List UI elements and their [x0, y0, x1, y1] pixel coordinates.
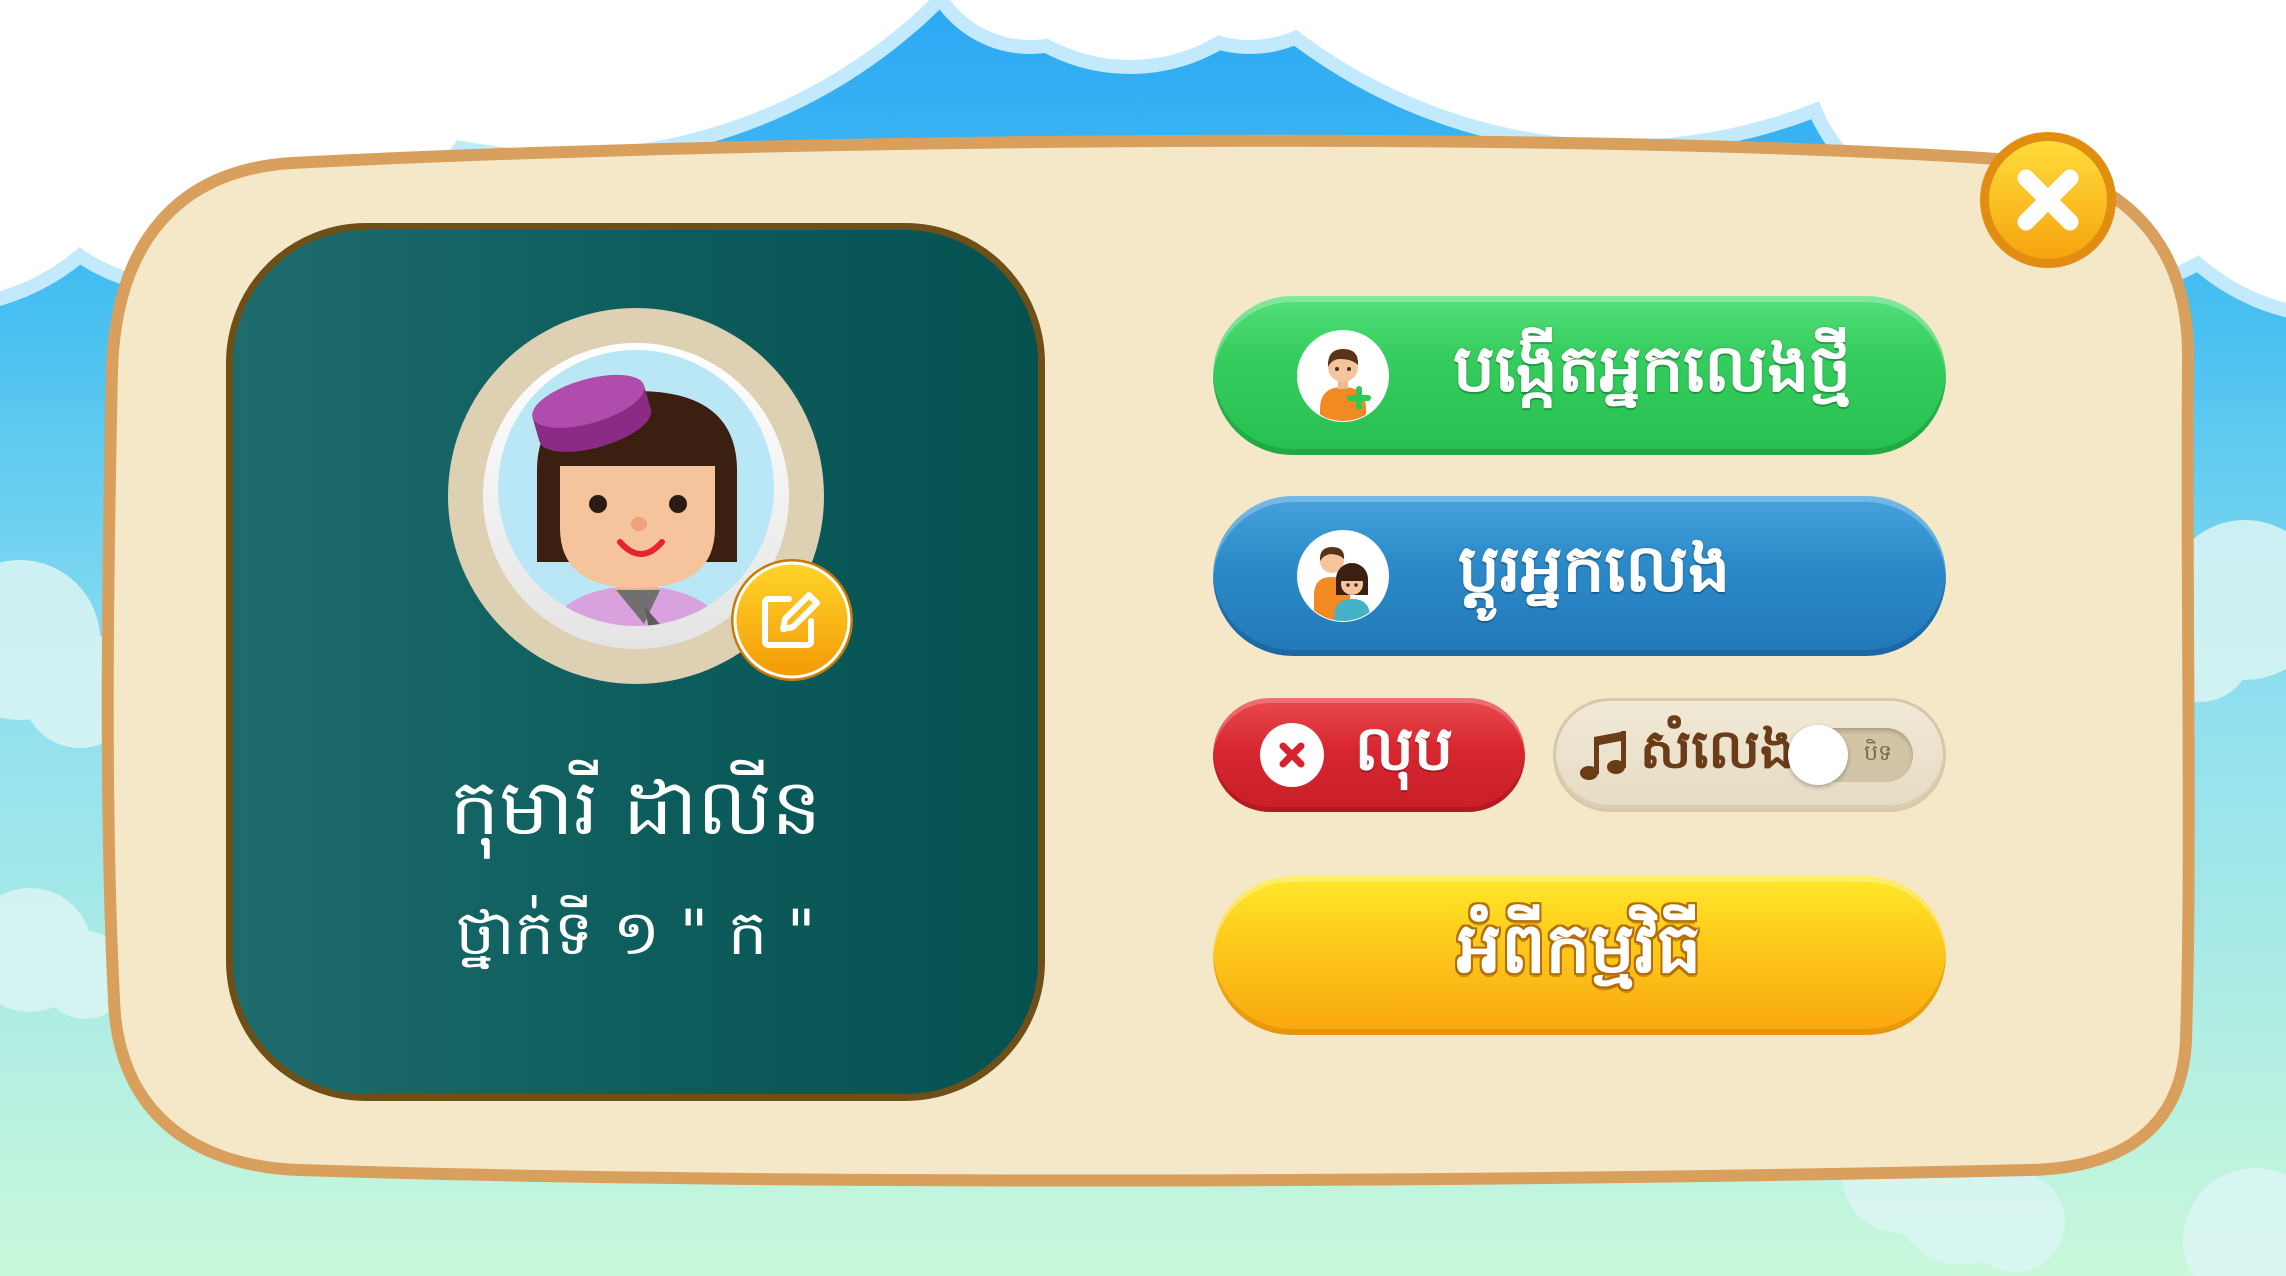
- switch-player-icon: [1297, 530, 1389, 622]
- switch-player-button[interactable]: ប្តូរអ្នកលេង: [1213, 496, 1946, 656]
- create-player-button[interactable]: បង្កើតអ្នកលេងថ្មី: [1213, 296, 1946, 455]
- player-name: កុមារី ដាលីន: [449, 763, 822, 853]
- close-button[interactable]: [1978, 130, 2118, 270]
- about-label: អំពីកម្មវិធី: [1456, 906, 1702, 989]
- sound-toggle-state: បិទ: [1864, 741, 1892, 766]
- add-player-icon: [1297, 330, 1389, 422]
- sound-toggle[interactable]: បិទ: [1788, 725, 1913, 785]
- player-grade: ថ្នាក់ទី ១ " ក ": [455, 896, 816, 969]
- create-player-label: បង្កើតអ្នកលេងថ្មី: [1453, 329, 1851, 407]
- music-note-icon: [1580, 731, 1626, 780]
- sound-setting: សំលេង បិទ: [1553, 698, 1946, 812]
- edit-avatar-button[interactable]: [729, 557, 855, 683]
- delete-label: លុប: [1354, 711, 1454, 785]
- toggle-knob[interactable]: [1788, 725, 1848, 785]
- delete-button[interactable]: លុប: [1213, 698, 1525, 812]
- player-settings-screen: កុមារី ដាលីន ថ្នាក់ទី ១ " ក " បង្កើតអ្នក…: [0, 0, 2286, 1276]
- delete-icon: [1260, 723, 1324, 787]
- sound-label: សំលេង: [1640, 717, 1795, 781]
- about-button[interactable]: អំពីកម្មវិធី: [1213, 876, 1946, 1035]
- switch-player-label: ប្តូរអ្នកលេង: [1457, 530, 1731, 607]
